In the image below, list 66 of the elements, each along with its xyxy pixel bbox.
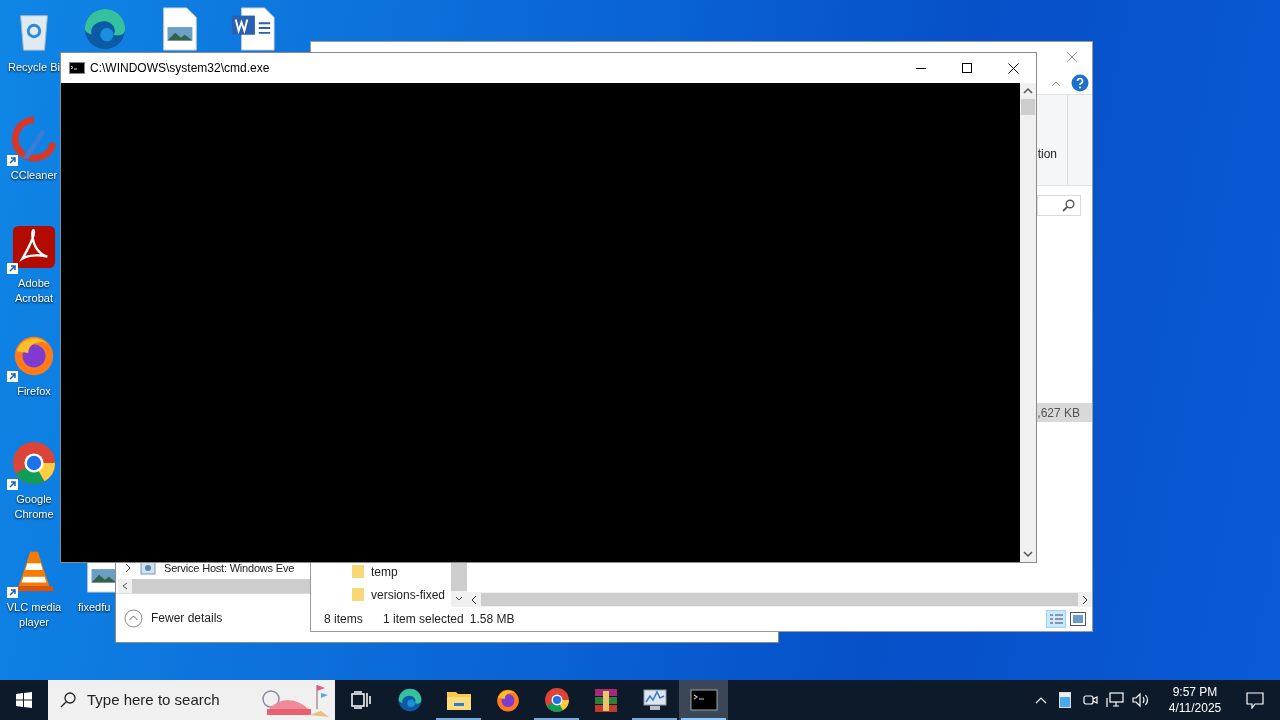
scroll-left-icon[interactable] <box>122 582 128 590</box>
minimize-icon <box>916 67 926 69</box>
windows-logo-icon <box>16 692 32 708</box>
horizontal-scrollbar[interactable] <box>118 579 310 593</box>
firefox-icon <box>494 687 521 713</box>
acrobat-icon <box>11 224 57 270</box>
folder-icon <box>445 689 472 711</box>
chrome-icon <box>11 440 57 486</box>
desktop-icon-label[interactable]: Google Chrome <box>4 492 64 522</box>
horizontal-scrollbar[interactable] <box>467 592 1092 607</box>
selection-size: 1.58 MB <box>469 611 515 628</box>
folder-icon <box>351 587 365 602</box>
maximize-icon <box>962 63 972 73</box>
monitor-chart-icon <box>641 688 668 712</box>
collapse-ribbon-icon[interactable] <box>1051 79 1061 87</box>
process-name: Service Host: Windows Eve <box>164 560 295 576</box>
window-title: C:\WINDOWS\system32\cmd.exe <box>90 60 270 77</box>
shortcut-arrow-icon <box>7 371 18 382</box>
desktop-icon-label[interactable]: Firefox <box>17 384 51 399</box>
books-stack-icon <box>592 687 619 713</box>
chevron-up-icon[interactable] <box>1035 696 1047 704</box>
vertical-scrollbar[interactable] <box>1020 83 1036 562</box>
folder-icon <box>351 564 365 579</box>
folder-tree-item[interactable]: versions-fixed <box>351 583 451 606</box>
collapse-circle-icon[interactable] <box>124 608 143 628</box>
camera-icon[interactable] <box>1082 692 1098 708</box>
ribbon-command-label[interactable]: tion <box>1037 145 1057 163</box>
close-icon[interactable] <box>1066 51 1078 63</box>
clock[interactable]: 9:57 PM 4/11/2025 <box>1162 684 1228 716</box>
fewer-details-link[interactable]: Fewer details <box>151 609 223 627</box>
vertical-scrollbar[interactable] <box>451 563 467 607</box>
search-placeholder: Type here to search <box>87 689 220 710</box>
shortcut-arrow-icon <box>7 155 18 166</box>
shortcut-arrow-icon <box>7 263 18 274</box>
edge-icon <box>82 6 128 52</box>
search-field[interactable] <box>1037 194 1081 216</box>
close-icon <box>1007 62 1019 74</box>
item-count: 8 items <box>324 611 364 628</box>
volume-icon[interactable] <box>1132 692 1150 708</box>
console-icon <box>69 62 85 74</box>
console-icon <box>689 689 718 711</box>
brush-icon <box>11 116 57 162</box>
search-icon <box>60 692 76 708</box>
search-box[interactable]: Type here to search <box>48 680 335 720</box>
scroll-down-icon[interactable] <box>455 596 463 602</box>
task-view-icon <box>350 691 371 709</box>
scrollbar-thumb[interactable] <box>1021 99 1035 115</box>
taskbar-app-button[interactable] <box>679 680 728 720</box>
search-icon <box>1062 198 1075 212</box>
shortcut-arrow-icon <box>7 587 18 598</box>
desktop-icon-label[interactable]: Adobe Acrobat <box>4 276 64 306</box>
selection-status: 1 item selected <box>383 611 464 628</box>
folder-tree-item[interactable]: temp <box>351 560 451 583</box>
large-icons-view-icon[interactable] <box>1070 612 1086 626</box>
help-icon[interactable] <box>1071 74 1089 92</box>
desktop-icon-label[interactable]: VLC media player <box>4 600 64 630</box>
shortcut-arrow-icon <box>7 479 18 490</box>
desktop-icon-label[interactable]: fixedfu <box>78 600 111 615</box>
desktop-icon-label[interactable]: CCleaner <box>10 168 58 183</box>
desktop-icon-label[interactable]: Recycle Bi <box>8 60 60 75</box>
edge-icon <box>396 687 423 713</box>
chevron-right-icon[interactable] <box>124 563 132 573</box>
file-size-cell-text: ,627 KB <box>1037 404 1080 422</box>
network-icon[interactable] <box>1106 692 1124 708</box>
speech-bubble-icon <box>1246 691 1264 709</box>
chrome-icon <box>543 687 570 713</box>
